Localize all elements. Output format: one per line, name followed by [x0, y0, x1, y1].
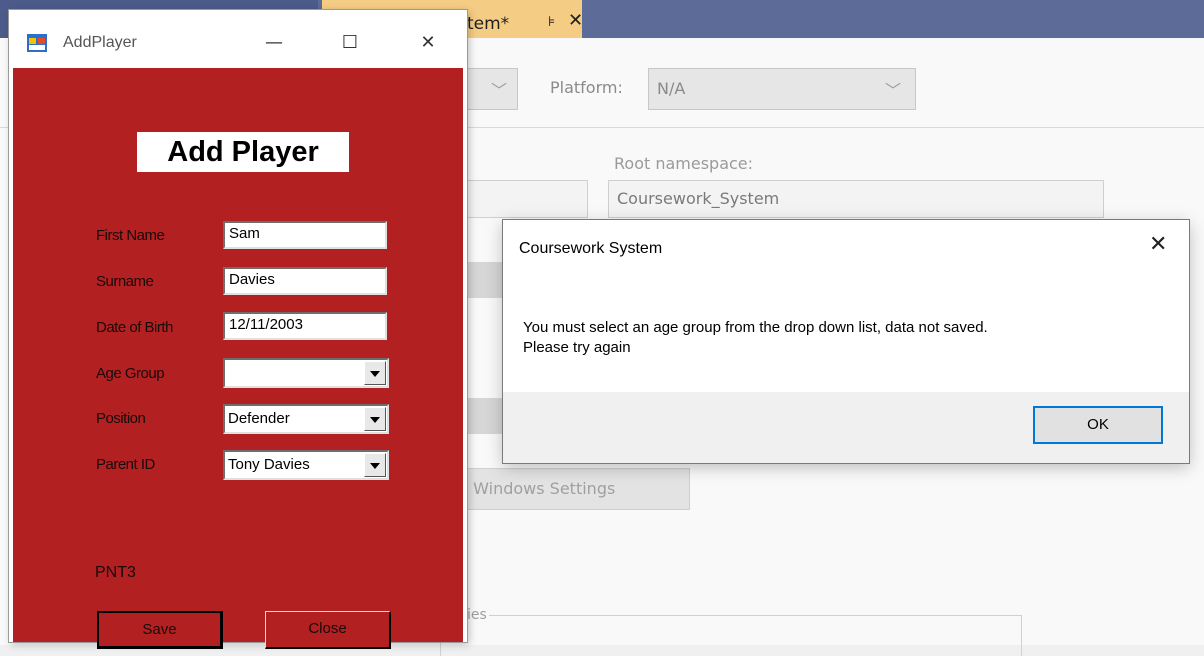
- parent-id-label: Parent ID: [96, 456, 155, 473]
- ok-button[interactable]: OK: [1033, 406, 1163, 444]
- ide-tab-label: tem*: [467, 14, 510, 34]
- surname-label: Surname: [96, 273, 154, 290]
- platform-label: Platform:: [550, 78, 623, 97]
- title-bar[interactable]: AddPlayer — ☐ ✕: [9, 10, 467, 68]
- position-label: Position: [96, 410, 146, 427]
- dob-field[interactable]: 12/11/2003: [223, 312, 387, 340]
- minimize-icon[interactable]: —: [251, 24, 297, 62]
- platform-value: N/A: [657, 79, 686, 98]
- message-text: You must select an age group from the dr…: [523, 318, 1163, 358]
- dropdown-arrow-icon[interactable]: [364, 407, 386, 431]
- platform-combo[interactable]: N/A ﹀: [648, 68, 916, 110]
- root-namespace-label: Root namespace:: [614, 154, 754, 173]
- dropdown-arrow-icon[interactable]: [364, 453, 386, 477]
- app-icon: [27, 34, 47, 52]
- position-select[interactable]: Defender: [223, 404, 389, 434]
- pin-icon[interactable]: ⊧: [548, 14, 555, 30]
- age-group-label: Age Group: [96, 365, 165, 382]
- tab-close-icon[interactable]: ✕: [568, 10, 583, 31]
- windows-settings-label: w Windows Settings: [455, 479, 616, 498]
- page-title: Add Player: [137, 132, 349, 172]
- ide-group-box: ies: [440, 607, 1022, 656]
- surname-field[interactable]: Davies: [223, 267, 387, 295]
- age-group-select[interactable]: [223, 358, 389, 388]
- first-name-field[interactable]: Sam: [223, 221, 387, 249]
- chevron-down-icon: ﹀: [884, 81, 901, 100]
- player-code: PNT3: [95, 564, 136, 581]
- message-line-1: You must select an age group from the dr…: [523, 319, 988, 336]
- dropdown-arrow-icon[interactable]: [364, 361, 386, 385]
- chevron-down-icon: ﹀: [490, 81, 507, 100]
- parent-id-select[interactable]: Tony Davies: [223, 450, 389, 480]
- group-box-label: ies: [465, 607, 489, 623]
- addplayer-window: AddPlayer — ☐ ✕ Add Player First Name Sa…: [9, 10, 467, 649]
- view-windows-settings-button[interactable]: w Windows Settings: [440, 468, 690, 510]
- assembly-name-field[interactable]: [446, 180, 588, 218]
- first-name-label: First Name: [96, 227, 165, 244]
- position-value: Defender: [228, 410, 290, 427]
- close-icon[interactable]: ✕: [1149, 232, 1167, 257]
- close-button[interactable]: Close: [265, 611, 391, 649]
- root-namespace-field[interactable]: Coursework_System: [608, 180, 1104, 218]
- window-title: AddPlayer: [63, 34, 137, 51]
- message-box-title: Coursework System: [519, 240, 663, 257]
- maximize-icon[interactable]: ☐: [327, 24, 373, 62]
- close-icon[interactable]: ✕: [405, 24, 451, 62]
- message-box: Coursework System ✕ You must select an a…: [503, 220, 1189, 463]
- root-namespace-value: Coursework_System: [617, 189, 780, 208]
- dob-label: Date of Birth: [96, 319, 173, 336]
- form-client-area: Add Player First Name Sam Surname Davies…: [13, 68, 463, 649]
- message-line-2: Please try again: [523, 339, 631, 356]
- parent-id-value: Tony Davies: [228, 456, 310, 473]
- save-button[interactable]: Save: [97, 611, 223, 649]
